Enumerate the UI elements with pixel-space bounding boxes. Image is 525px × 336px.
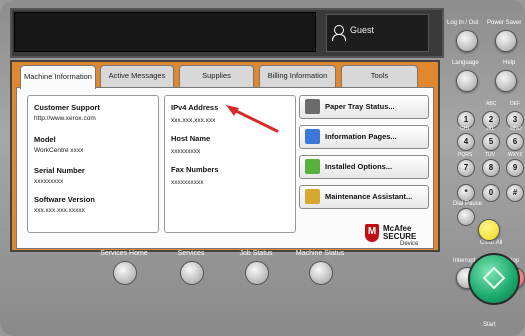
services-home-button[interactable]: [113, 261, 137, 285]
software-version-value: xxx.xxx.xxx.xxxxx: [34, 207, 85, 214]
start-button[interactable]: [468, 253, 520, 305]
tab-label: Active Messages: [108, 71, 166, 81]
keypad-letters-2: ABC: [486, 101, 497, 107]
keypad-key-5[interactable]: 5: [482, 133, 500, 151]
keypad-key-4[interactable]: 4: [457, 133, 475, 151]
fax-numbers-value: xxxxxxxxxx: [171, 179, 204, 186]
keypad-key-7[interactable]: 7: [457, 159, 475, 177]
language-button[interactable]: [456, 70, 478, 92]
login-out-label: Log In / Out: [447, 20, 479, 26]
installed-options-icon: [305, 159, 320, 174]
keypad-letters-5: JKL: [486, 126, 495, 132]
user-icon: [332, 25, 346, 41]
keypad-key-9[interactable]: 9: [506, 159, 524, 177]
guest-login-area[interactable]: Guest: [326, 14, 429, 52]
software-version-label: Software Version: [34, 195, 95, 204]
job-status-label: Job Status: [239, 250, 273, 257]
tab-machine-information[interactable]: Machine Information: [20, 65, 96, 89]
start-label: Start: [483, 322, 496, 328]
services-button[interactable]: [180, 261, 204, 285]
power-saver-button[interactable]: [495, 30, 517, 52]
clear-all-label: Clear All: [480, 240, 503, 246]
guest-label: Guest: [350, 25, 375, 35]
clear-all-button[interactable]: [478, 219, 500, 241]
button-label: Maintenance Assistant...: [325, 192, 413, 201]
paper-tray-icon: [305, 99, 320, 114]
paper-tray-status-button[interactable]: Paper Tray Status...: [299, 95, 429, 119]
keypad-key-6[interactable]: 6: [506, 133, 524, 151]
tab-label: Supplies: [202, 71, 231, 81]
keypad-letters-8: TUV: [485, 152, 495, 158]
keypad-key-star[interactable]: *: [457, 184, 475, 202]
host-name-value: xxxxxxxxx: [171, 148, 201, 155]
tab-active-messages[interactable]: Active Messages: [100, 65, 174, 87]
ipv4-address-value: xxx.xxx.xxx.xxx: [171, 117, 216, 124]
touch-screen: Machine Information Active Messages Supp…: [10, 60, 440, 252]
keypad-letters-3: DEF: [510, 101, 520, 107]
keypad-letters-4: GHI: [460, 126, 469, 132]
keypad-key-hash[interactable]: #: [506, 184, 524, 202]
button-label: Installed Options...: [325, 162, 393, 171]
host-name-label: Host Name: [171, 134, 211, 143]
message-area: [14, 12, 316, 52]
tab-tools[interactable]: Tools: [341, 65, 418, 87]
serial-number-label: Serial Number: [34, 166, 85, 175]
mcafee-logo-icon: M: [365, 224, 379, 242]
tab-label: Billing Information: [267, 71, 328, 81]
printer-control-panel: Guest Machine Information Active Message…: [0, 0, 525, 336]
model-value: WorkCentre xxxx: [34, 147, 84, 154]
login-out-button[interactable]: [456, 30, 478, 52]
machine-status-button[interactable]: [309, 261, 333, 285]
mcafee-secure-badge: M McAfee SECURE Device: [365, 224, 427, 248]
help-label: Help: [503, 60, 516, 66]
job-status-button[interactable]: [245, 261, 269, 285]
fax-numbers-label: Fax Numbers: [171, 165, 219, 174]
mcafee-secure-text: SECURE: [383, 232, 417, 241]
customer-support-value: http://www.xerox.com: [34, 115, 96, 122]
dial-pause-button[interactable]: [457, 208, 475, 226]
annotation-arrow: [226, 105, 279, 133]
keypad-letters-7: PQRS: [458, 152, 473, 158]
serial-number-value: xxxxxxxxx: [34, 178, 64, 185]
language-label: Language: [452, 60, 479, 66]
keypad-letters-9: WXYZ: [508, 152, 523, 158]
power-saver-label: Power Saver: [487, 20, 522, 26]
tab-label: Tools: [370, 71, 389, 81]
start-icon: [482, 266, 506, 290]
button-label: Information Pages...: [325, 132, 397, 141]
maintenance-assistant-icon: [305, 189, 320, 204]
keypad-key-8[interactable]: 8: [482, 159, 500, 177]
maintenance-assistant-button[interactable]: Maintenance Assistant...: [299, 185, 429, 209]
model-label: Model: [34, 135, 56, 144]
dial-pause-label: Dial Pause: [453, 201, 483, 207]
mcafee-device-text: Device: [400, 241, 419, 247]
services-home-label: Services Home: [100, 250, 148, 257]
keypad-letters-6: MNO: [510, 126, 522, 132]
machine-status-label: Machine Status: [295, 250, 345, 257]
tab-billing-information[interactable]: Billing Information: [259, 65, 336, 87]
keypad-key-0[interactable]: 0: [482, 184, 500, 202]
tab-supplies[interactable]: Supplies: [179, 65, 254, 87]
help-button[interactable]: [495, 70, 517, 92]
services-label: Services: [177, 250, 205, 257]
button-label: Paper Tray Status...: [325, 102, 395, 111]
tab-label: Machine Information: [24, 72, 92, 82]
tab-bar: Machine Information Active Messages Supp…: [16, 65, 434, 89]
installed-options-button[interactable]: Installed Options...: [299, 155, 429, 179]
information-page-icon: [305, 129, 320, 144]
customer-support-label: Customer Support: [34, 103, 100, 112]
machine-details-card: Customer Support http://www.xerox.com Mo…: [27, 95, 159, 233]
information-pages-button[interactable]: Information Pages...: [299, 125, 429, 149]
